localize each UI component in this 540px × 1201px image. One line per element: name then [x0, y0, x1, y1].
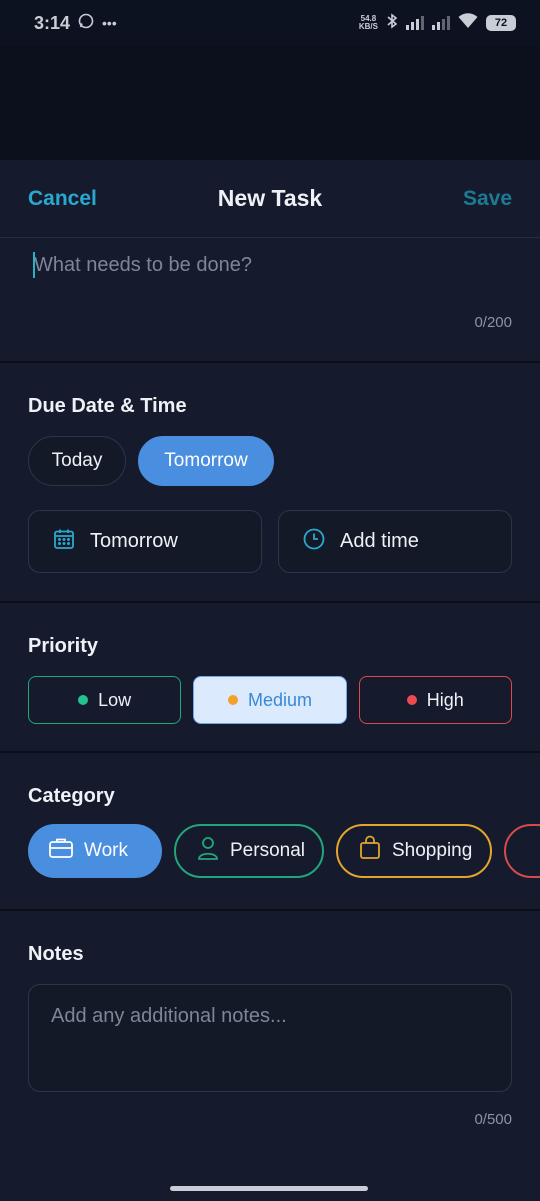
battery-icon: 72 — [486, 15, 516, 31]
priority-high-label: High — [426, 689, 464, 710]
briefcase-icon — [48, 836, 74, 866]
priority-low-label: Low — [98, 689, 132, 710]
task-title-area: 0/200 — [0, 238, 540, 363]
person-icon — [196, 835, 220, 867]
notes-input[interactable] — [51, 1005, 491, 1075]
priority-medium-option[interactable]: Medium — [193, 676, 347, 724]
status-bar: 3:14 ••• 54.8 KB/S 72 — [0, 0, 540, 46]
red-dot-icon — [406, 695, 417, 705]
bluetooth-icon — [386, 12, 398, 34]
category-work-chip[interactable]: Work — [28, 824, 162, 878]
shopping-bag-icon — [358, 835, 382, 867]
dimmed-backdrop[interactable] — [0, 46, 540, 160]
cancel-button[interactable]: Cancel — [28, 187, 97, 211]
due-date-section: Due Date & Time Today Tomorrow Tomorrow — [0, 363, 540, 603]
time-label: Add time — [340, 530, 419, 552]
network-speed: 54.8 KB/S — [358, 14, 378, 31]
home-indicator[interactable] — [170, 1186, 368, 1191]
more-notifications-icon: ••• — [102, 15, 117, 31]
notes-section-title: Notes — [28, 943, 84, 965]
notes-field[interactable] — [28, 984, 512, 1092]
due-section-title: Due Date & Time — [28, 395, 187, 417]
priority-medium-label: Medium — [247, 689, 312, 710]
priority-section: Priority Low Medium High — [0, 603, 540, 753]
orange-dot-icon — [227, 695, 238, 705]
whatsapp-icon — [78, 13, 94, 34]
green-dot-icon — [78, 695, 89, 705]
tomorrow-chip[interactable]: Tomorrow — [138, 436, 274, 486]
category-work-label: Work — [84, 840, 128, 861]
clock-icon — [302, 527, 326, 557]
signal-icon — [406, 16, 424, 30]
date-picker-button[interactable]: Tomorrow — [28, 510, 262, 573]
category-personal-label: Personal — [230, 840, 305, 861]
category-chip-list[interactable]: Work Personal Shopping — [28, 824, 540, 878]
category-shopping-label: Shopping — [392, 840, 473, 861]
priority-section-title: Priority — [28, 635, 99, 657]
category-more-chip[interactable] — [504, 824, 540, 878]
notes-section: Notes 0/500 — [0, 911, 540, 1201]
category-section-title: Category — [28, 785, 115, 807]
task-title-input[interactable] — [34, 250, 504, 280]
time-picker-button[interactable]: Add time — [278, 510, 512, 573]
status-time: 3:14 — [34, 12, 71, 33]
signal-icon-2 — [432, 16, 450, 30]
date-label: Tomorrow — [90, 530, 178, 552]
new-task-sheet: Cancel New Task Save 0/200 Due Date & Ti… — [0, 160, 540, 1200]
save-button[interactable]: Save — [463, 187, 512, 211]
task-char-counter: 0/200 — [474, 314, 512, 331]
wifi-icon — [458, 12, 478, 34]
notes-char-counter: 0/500 — [474, 1111, 512, 1128]
priority-low-option[interactable]: Low — [28, 676, 182, 724]
calendar-icon — [52, 527, 76, 557]
category-shopping-chip[interactable]: Shopping — [336, 824, 492, 878]
category-personal-chip[interactable]: Personal — [174, 824, 324, 878]
priority-high-option[interactable]: High — [358, 676, 512, 724]
sheet-header: Cancel New Task Save — [0, 160, 540, 238]
category-section: Category Work Personal Shopping — [0, 753, 540, 911]
today-chip[interactable]: Today — [28, 436, 126, 486]
